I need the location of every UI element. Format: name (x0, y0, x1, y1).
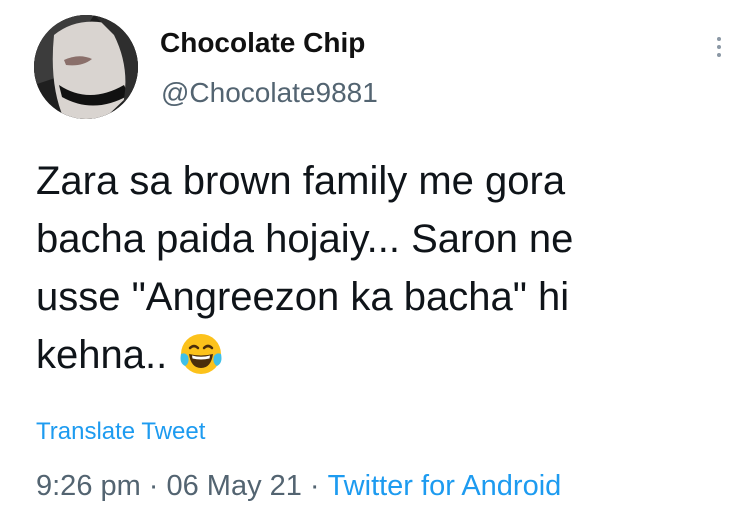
tweet-meta: 9:26 pm · 06 May 21 · Twitter for Android (36, 470, 561, 503)
more-options-button[interactable] (709, 30, 729, 64)
user-handle[interactable]: @Chocolate9881 (161, 77, 378, 109)
avatar[interactable] (34, 15, 138, 119)
avatar-photo (34, 15, 138, 119)
more-vertical-icon (717, 53, 721, 57)
tweet-text-line-last: kehna.. (36, 326, 736, 384)
translate-tweet-link[interactable]: Translate Tweet (36, 418, 205, 446)
more-vertical-icon (717, 37, 721, 41)
tweet-text-line: usse "Angreezon ka bacha" hi (36, 275, 570, 319)
tweet-time[interactable]: 9:26 pm (36, 470, 141, 502)
tweet-text-line: Zara sa brown family me gora (36, 159, 566, 203)
tweet-date[interactable]: 06 May 21 (166, 470, 301, 502)
meta-separator: · (148, 470, 159, 502)
more-vertical-icon (717, 45, 721, 49)
tweet-text-line: bacha paida hojaiy... Saron ne (36, 217, 574, 261)
meta-separator: · (309, 470, 320, 502)
tweet-text-line: kehna.. (36, 333, 168, 377)
face-with-tears-of-joy-icon (180, 334, 222, 374)
tweet-text: Zara sa brown family me gora bacha paida… (36, 152, 736, 384)
tweet-source-link[interactable]: Twitter for Android (328, 470, 562, 502)
display-name[interactable]: Chocolate Chip (160, 27, 365, 59)
